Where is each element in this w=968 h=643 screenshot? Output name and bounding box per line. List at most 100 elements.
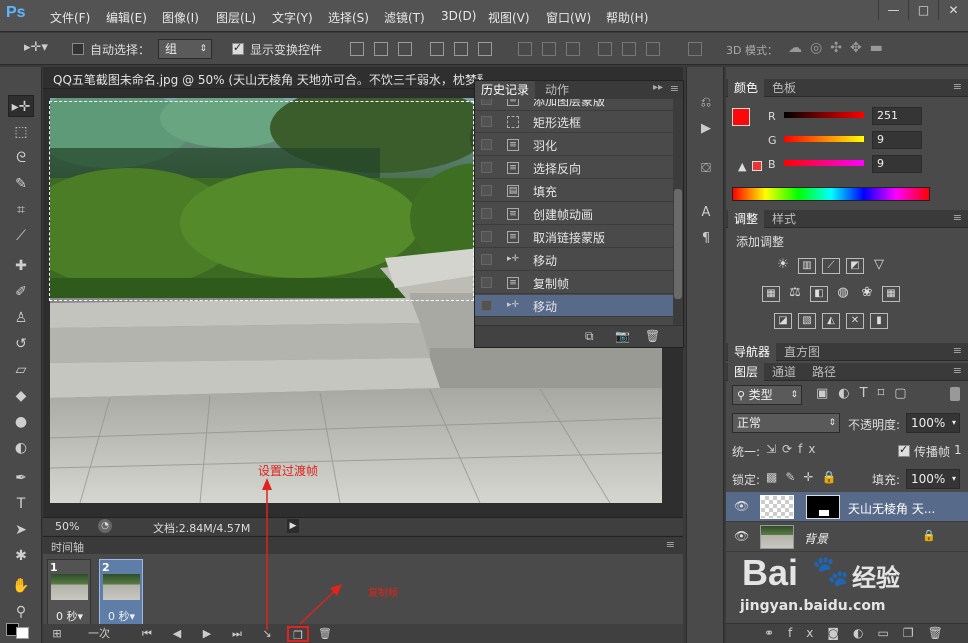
invert-icon[interactable]: ◪ xyxy=(774,313,792,329)
snapshot-icon[interactable]: 📷 xyxy=(615,329,630,343)
history-source-checkbox[interactable] xyxy=(481,162,492,173)
history-source-checkbox[interactable] xyxy=(481,185,492,196)
history-item[interactable]: ▸✛ 移动 xyxy=(475,249,673,271)
curves-icon[interactable]: ⟋ xyxy=(822,258,840,274)
adjustments-menu-icon[interactable]: ≡ xyxy=(953,211,962,224)
history-source-checkbox[interactable] xyxy=(481,231,492,242)
visibility-eye-icon[interactable]: 👁 xyxy=(734,500,749,512)
history-item-label: 移动 xyxy=(533,254,558,268)
levels-icon[interactable]: ▥ xyxy=(798,258,816,274)
blend-mode-dropdown[interactable]: 正常 ⇕ xyxy=(732,413,840,433)
color-balance-icon[interactable]: ⚖ xyxy=(786,286,804,302)
layer-row-text[interactable]: 👁 天山无棱角 天... xyxy=(726,492,968,522)
tab-channels[interactable]: 通道 xyxy=(766,363,802,381)
channel-r-value[interactable]: 251 xyxy=(872,107,922,125)
gradient-map-icon[interactable]: ✕ xyxy=(846,313,864,329)
unify-icons[interactable]: ⇲⟳fx xyxy=(766,442,821,456)
threshold-icon[interactable]: ◭ xyxy=(822,313,840,329)
vibrance-icon[interactable]: ▽ xyxy=(870,258,888,274)
layers-menu-icon[interactable]: ≡ xyxy=(953,364,962,377)
opacity-field[interactable]: 100% ▾ xyxy=(906,413,960,433)
history-panel-icon[interactable]: ⎌ xyxy=(696,93,716,113)
tab-paths[interactable]: 路径 xyxy=(806,363,842,381)
history-header: 历史记录 动作 ▸▸ ≡ xyxy=(475,81,683,99)
history-item-selected[interactable]: ▸✛ 移动 xyxy=(475,295,673,317)
black-white-icon[interactable]: ◧ xyxy=(810,286,828,302)
layer-name[interactable]: 天山无棱角 天... xyxy=(848,500,935,517)
layer-filter-icons[interactable]: ▣◐T⌑▢ xyxy=(816,386,917,401)
history-source-checkbox[interactable] xyxy=(481,139,492,150)
history-source-checkbox[interactable] xyxy=(481,208,492,219)
gamut-warning-icon[interactable]: ▲ xyxy=(738,160,746,173)
navigator-menu-icon[interactable]: ≡ xyxy=(953,344,962,357)
visibility-eye-icon[interactable]: 👁 xyxy=(734,530,749,542)
tab-histogram[interactable]: 直方图 xyxy=(778,343,826,361)
history-item[interactable]: ≡ 选择反向 xyxy=(475,157,673,179)
history-list: ≡ 添加图层蒙版 矩形选框 ≡ 羽化 ≡ 选择反向 ▤ 填充 ≡ 创建帧动画 ≡… xyxy=(475,99,673,325)
propagate-frame-checkbox[interactable]: ✓ xyxy=(898,443,910,457)
collapse-icon[interactable]: ▸▸ xyxy=(653,82,663,93)
tab-history[interactable]: 历史记录 xyxy=(475,81,536,99)
tab-adjustments[interactable]: 调整 xyxy=(728,210,765,228)
channel-b-value[interactable]: 9 xyxy=(872,155,922,173)
tab-actions[interactable]: 动作 xyxy=(539,81,575,99)
foreground-color-swatch[interactable] xyxy=(732,108,750,126)
channel-g-slider[interactable] xyxy=(784,136,864,142)
doc-icon: ≡ xyxy=(507,208,519,220)
filter-toggle-switch[interactable] xyxy=(950,387,960,401)
history-source-checkbox[interactable] xyxy=(481,99,492,105)
history-item[interactable]: 矩形选框 xyxy=(475,111,673,133)
layer-mask-thumbnail[interactable] xyxy=(806,495,840,519)
doc-icon: ≡ xyxy=(507,162,519,174)
channel-r-slider[interactable] xyxy=(784,112,864,118)
history-source-checkbox[interactable] xyxy=(481,116,492,127)
tab-color[interactable]: 颜色 xyxy=(728,79,765,97)
actions-panel-icon[interactable]: ▶ xyxy=(696,119,716,139)
history-item[interactable]: ≡ 复制帧 xyxy=(475,272,673,294)
photo-filter-icon[interactable]: ◍ xyxy=(834,286,852,302)
posterize-icon[interactable]: ▧ xyxy=(798,313,816,329)
history-source-checkbox[interactable] xyxy=(481,254,492,265)
history-scroll-thumb[interactable] xyxy=(674,189,682,299)
history-item[interactable]: ≡ 添加图层蒙版 xyxy=(475,99,673,111)
tween-annotation: 设置过渡帧 xyxy=(258,464,319,478)
watermark-brand: Bai xyxy=(742,552,799,593)
move-icon: ▸✛ xyxy=(507,300,520,310)
history-source-checkbox[interactable] xyxy=(481,300,492,311)
history-item-label: 复制帧 xyxy=(533,277,570,291)
3d-panel-icon[interactable]: ⛋ xyxy=(696,159,716,179)
lock-icons[interactable]: ▩✎✛🔒 xyxy=(766,470,844,484)
layer-name[interactable]: 背景 xyxy=(804,530,828,547)
gamut-swatch[interactable] xyxy=(752,161,762,171)
history-menu-icon[interactable]: ≡ xyxy=(670,82,679,95)
channel-g-value[interactable]: 9 xyxy=(872,131,922,149)
history-item[interactable]: ≡ 羽化 xyxy=(475,134,673,156)
selective-color-icon[interactable]: ▮ xyxy=(870,313,888,329)
paragraph-panel-icon[interactable]: ¶ xyxy=(696,229,716,249)
color-lookup-icon[interactable]: ▦ xyxy=(882,286,900,302)
history-item[interactable]: ▤ 填充 xyxy=(475,180,673,202)
history-item[interactable]: ≡ 创建帧动画 xyxy=(475,203,673,225)
new-document-from-state-icon[interactable]: ⧉ xyxy=(585,329,594,344)
character-panel-icon[interactable]: A xyxy=(696,203,716,223)
brightness-icon[interactable]: ☀ xyxy=(774,258,792,274)
history-source-checkbox[interactable] xyxy=(481,277,492,288)
hue-saturation-icon[interactable]: ▦ xyxy=(762,286,780,302)
channel-b-slider[interactable] xyxy=(784,160,864,166)
fill-field[interactable]: 100% ▾ xyxy=(906,469,960,489)
layer-kind-filter[interactable]: ⚲ 类型 ⇕ xyxy=(732,385,802,405)
watermark-suffix: 经验 xyxy=(852,564,900,592)
tab-styles[interactable]: 样式 xyxy=(766,210,802,228)
delete-state-icon[interactable]: 🗑 xyxy=(645,329,660,343)
exposure-icon[interactable]: ◩ xyxy=(846,258,864,274)
history-item[interactable]: ≡ 取消链接蒙版 xyxy=(475,226,673,248)
tab-swatches[interactable]: 色板 xyxy=(766,79,802,97)
color-menu-icon[interactable]: ≡ xyxy=(953,80,962,93)
tab-layers[interactable]: 图层 xyxy=(728,363,765,381)
history-scrollbar[interactable] xyxy=(673,99,683,325)
layer-row-background[interactable]: 👁 背景 🔒 xyxy=(726,522,968,552)
color-spectrum-ramp[interactable] xyxy=(732,187,930,201)
tab-navigator[interactable]: 导航器 xyxy=(728,343,777,361)
layers-footer-icons[interactable]: ⚭fx◙◐▭❐🗑 xyxy=(764,626,957,640)
channel-mixer-icon[interactable]: ❀ xyxy=(858,286,876,302)
